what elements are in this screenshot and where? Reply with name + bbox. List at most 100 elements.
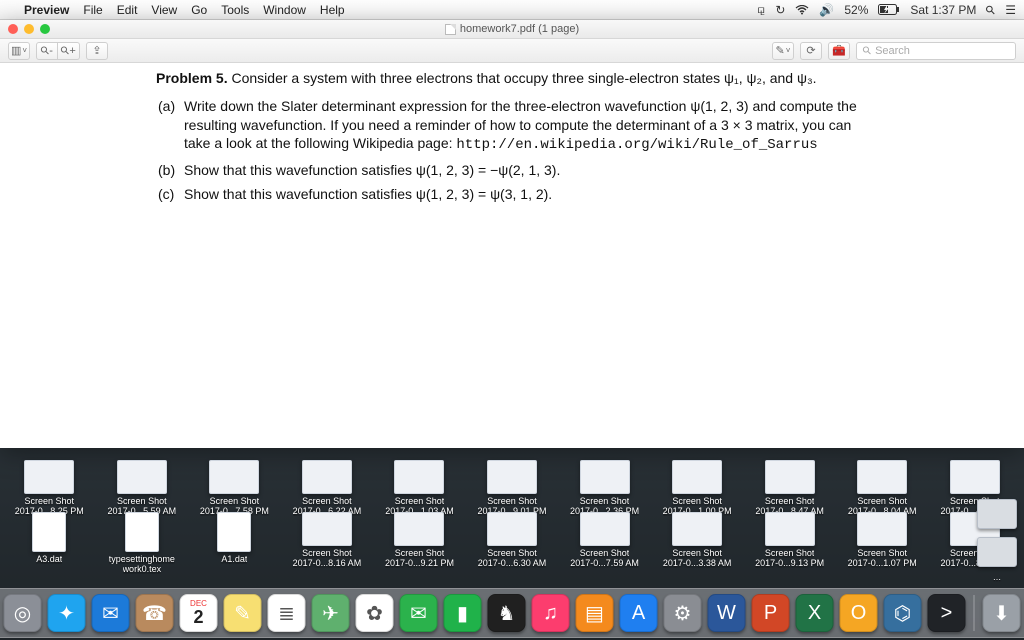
markup-button[interactable]: 🧰 <box>828 42 850 60</box>
file-label: A3.dat <box>36 554 62 564</box>
file-label: Screen Shot <box>487 548 537 558</box>
dock-appstore[interactable]: A <box>620 594 658 632</box>
desktop-file[interactable]: A3.dat <box>6 512 93 574</box>
desktop-file[interactable]: Screen Shot2017-0...8.47 AM <box>746 460 833 516</box>
file-label: Screen Shot <box>210 496 260 506</box>
part-b-text: Show that this wavefunction satisfies ψ(… <box>184 162 560 178</box>
rotate-button[interactable]: ⟳ <box>800 42 822 60</box>
file-label-2: work0.tex <box>123 564 162 574</box>
desktop-file[interactable]: Screen Shot2017-0...9.01 PM <box>469 460 556 516</box>
desktop-file[interactable]: Screen Shot2017-0...2.36 PM <box>561 460 648 516</box>
menu-tools[interactable]: Tools <box>221 3 249 17</box>
app-name[interactable]: Preview <box>24 3 69 17</box>
search-icon <box>863 44 871 57</box>
dock-terminal[interactable]: > <box>928 594 966 632</box>
zoom-button[interactable] <box>40 24 50 34</box>
desktop-file[interactable]: Screen Shot2017-0...6.30 AM <box>469 512 556 574</box>
desktop-device-icon[interactable] <box>977 499 1017 529</box>
dock-reminders[interactable]: ≣ <box>268 594 306 632</box>
dock-itunes[interactable]: ♫ <box>532 594 570 632</box>
dock-ibooks[interactable]: ▤ <box>576 594 614 632</box>
window-titlebar[interactable]: homework7.pdf (1 page) <box>0 20 1024 39</box>
dock-mail[interactable]: ✉ <box>92 594 130 632</box>
desktop-file[interactable]: Screen Shot2017-0...9.13 PM <box>746 512 833 574</box>
desktop-file[interactable]: Screen Shot2017-0...9.21 PM <box>376 512 463 574</box>
dock-safari[interactable]: ✦ <box>48 594 86 632</box>
dock-game[interactable]: ♞ <box>488 594 526 632</box>
spotlight-icon[interactable] <box>986 3 995 17</box>
desktop-file[interactable]: Screen Shot2017-0...8.04 AM <box>839 460 926 516</box>
file-label: Screen Shot <box>857 548 907 558</box>
file-label: Screen Shot <box>302 548 352 558</box>
dock-maps[interactable]: ✈ <box>312 594 350 632</box>
dock-contacts[interactable]: ☎ <box>136 594 174 632</box>
dock-launchpad[interactable]: ◎ <box>4 594 42 632</box>
wifi-icon[interactable] <box>795 5 809 15</box>
desktop-file[interactable]: Screen Shot2017-0...7.59 AM <box>561 512 648 574</box>
battery-percent: 52% <box>844 3 868 17</box>
clock[interactable]: Sat 1:37 PM <box>910 3 976 17</box>
dock-messages[interactable]: ✉ <box>400 594 438 632</box>
desktop-file[interactable]: Screen Shot2017-0...7.58 PM <box>191 460 278 516</box>
file-label: Screen Shot <box>395 496 445 506</box>
bluetooth-icon[interactable]: ⚼ <box>757 2 765 17</box>
battery-icon[interactable] <box>878 4 900 15</box>
dock-word[interactable]: W <box>708 594 746 632</box>
dock-facetime[interactable]: ▮ <box>444 594 482 632</box>
view-mode-button[interactable]: ▥˅ <box>8 42 30 60</box>
desktop-file[interactable]: Screen Shot2017-0...8.25 PM <box>6 460 93 516</box>
dock-notes[interactable]: ✎ <box>224 594 262 632</box>
desktop-file[interactable]: Screen Shot2017-0...6.22 AM <box>284 460 371 516</box>
file-thumbnail-icon <box>672 512 722 546</box>
zoom-in-button[interactable]: + <box>58 42 80 60</box>
file-thumbnail-icon <box>217 512 251 552</box>
menu-view[interactable]: View <box>151 3 177 17</box>
file-label: Screen Shot <box>672 548 722 558</box>
desktop-file[interactable]: Screen Shot2017-0...1.03 AM <box>376 460 463 516</box>
part-c-text: Show that this wavefunction satisfies ψ(… <box>184 186 552 202</box>
desktop-file[interactable]: typesettinghomework0.tex <box>99 512 186 574</box>
menu-go[interactable]: Go <box>191 3 207 17</box>
desktop-file[interactable]: Screen Shot2017-0...3.38 AM <box>654 512 741 574</box>
dock-powerpoint[interactable]: P <box>752 594 790 632</box>
dock-settings[interactable]: ⚙ <box>664 594 702 632</box>
file-label: Screen Shot <box>672 496 722 506</box>
desktop-file[interactable]: Screen Shot2017-0...5.59 AM <box>99 460 186 516</box>
share-button[interactable]: ⇪ <box>86 42 108 60</box>
desktop-file[interactable]: Screen Shot2017-0...8.16 AM <box>284 512 371 574</box>
menu-window[interactable]: Window <box>263 3 306 17</box>
desktop-file[interactable]: Screen Shot2017-0...1.07 PM <box>839 512 926 574</box>
file-label: Screen Shot <box>857 496 907 506</box>
menu-file[interactable]: File <box>83 3 102 17</box>
volume-icon[interactable]: 🔊 <box>819 3 834 17</box>
file-thumbnail-icon <box>765 512 815 546</box>
notification-center-icon[interactable]: ☰ <box>1005 3 1016 17</box>
minimize-button[interactable] <box>24 24 34 34</box>
document-content[interactable]: Problem 5. Consider a system with three … <box>0 63 1024 448</box>
search-field[interactable]: Search <box>856 42 1016 60</box>
dock-separator <box>974 595 975 631</box>
menu-edit[interactable]: Edit <box>117 3 138 17</box>
close-button[interactable] <box>8 24 18 34</box>
timemachine-icon[interactable]: ↻ <box>775 3 785 17</box>
dock-photos[interactable]: ✿ <box>356 594 394 632</box>
part-b-label: (b) <box>158 161 175 179</box>
zoom-out-button[interactable]: - <box>36 42 58 60</box>
window-title: homework7.pdf (1 page) <box>460 23 579 35</box>
document-proxy-icon[interactable] <box>445 24 456 35</box>
menu-help[interactable]: Help <box>320 3 345 17</box>
dock-excel[interactable]: X <box>796 594 834 632</box>
file-label: Screen Shot <box>765 496 815 506</box>
problem-label: Problem 5. <box>156 70 228 86</box>
highlight-button[interactable]: ˅ <box>772 42 794 60</box>
dock-downloads[interactable]: ⬇ <box>983 594 1021 632</box>
dock-python[interactable]: ⌬ <box>884 594 922 632</box>
file-label: Screen Shot <box>117 496 167 506</box>
desktop-file[interactable]: Screen Shot2017-0...1.00 PM <box>654 460 741 516</box>
dock-calendar[interactable]: DEC2 <box>180 594 218 632</box>
file-label: Screen Shot <box>25 496 75 506</box>
file-thumbnail-icon <box>32 512 66 552</box>
dock-outlook[interactable]: O <box>840 594 878 632</box>
desktop-drive-icon[interactable] <box>977 537 1017 567</box>
desktop-file[interactable]: A1.dat <box>191 512 278 574</box>
